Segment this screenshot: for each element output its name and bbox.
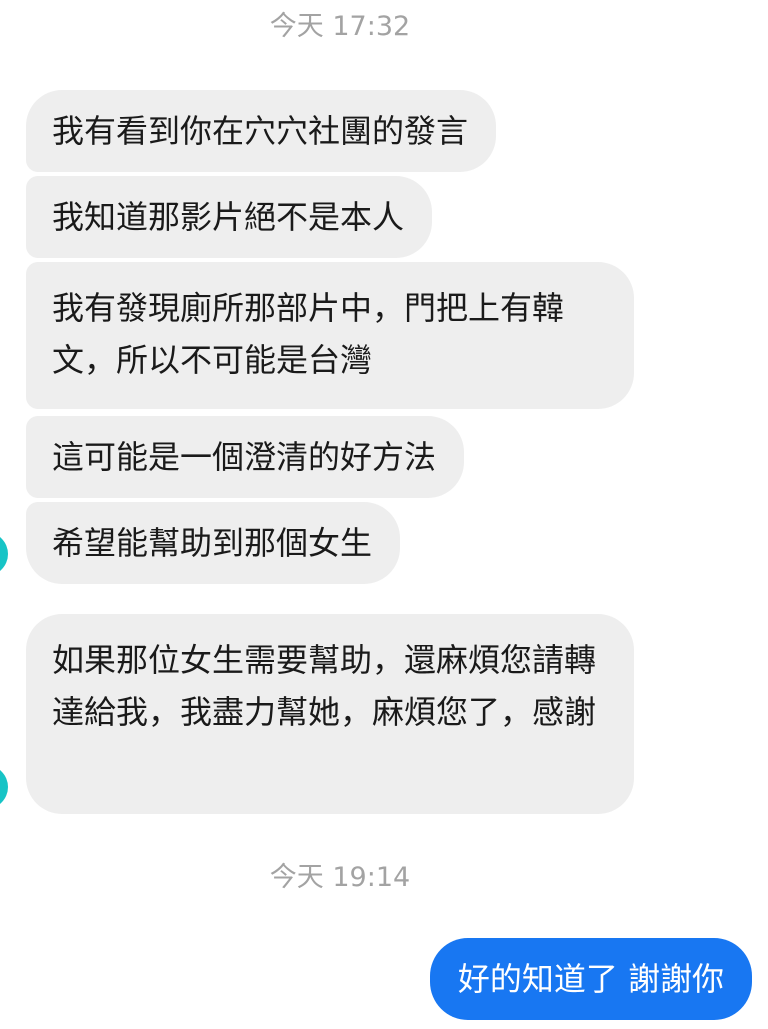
sender-avatar[interactable] — [0, 765, 8, 809]
sender-avatar[interactable] — [0, 532, 8, 576]
outgoing-message[interactable]: 好的知道了 謝謝你 — [429, 938, 752, 1020]
incoming-message[interactable]: 我知道那影片絕不是本人 — [26, 176, 433, 258]
incoming-message[interactable]: 如果那位女生需要幫助，還麻煩您請轉達給我，我盡力幫她，麻煩您了，感謝 — [26, 614, 634, 814]
timestamp: 今天 19:14 — [269, 862, 411, 893]
incoming-message[interactable]: 希望能幫助到那個女生 — [26, 502, 401, 584]
incoming-message[interactable]: 我有發現廁所那部片中，門把上有韓文，所以不可能是台灣 — [26, 262, 634, 409]
incoming-message[interactable]: 這可能是一個澄清的好方法 — [26, 416, 465, 498]
timestamp: 今天 17:32 — [269, 11, 411, 42]
incoming-message[interactable]: 我有看到你在穴穴社團的發言 — [26, 90, 497, 172]
